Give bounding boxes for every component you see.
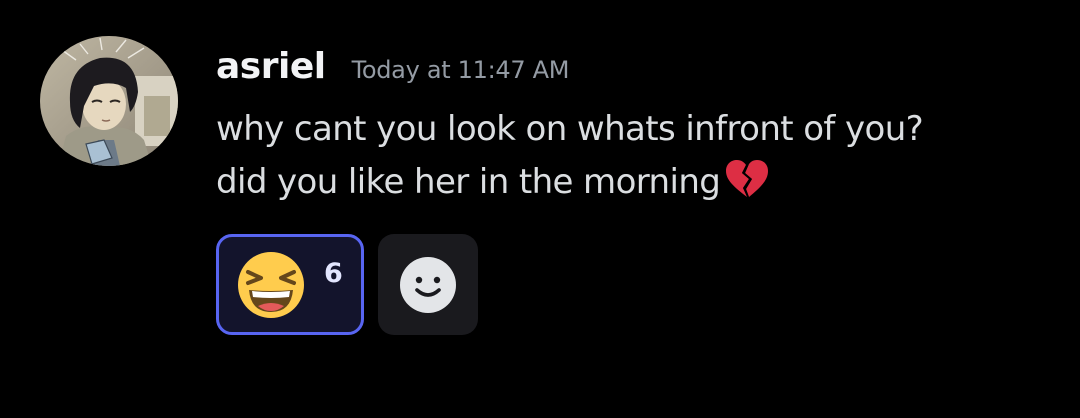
reactions-bar: 6 [216, 234, 478, 335]
message-header: asriel Today at 11:47 AM [216, 46, 569, 87]
message-line: why cant you look on whats infront of yo… [216, 109, 924, 149]
message-line-with-emoji: did you like her in the morning [216, 156, 923, 209]
reaction-count: 6 [324, 258, 343, 289]
laughing-face-icon [236, 250, 306, 320]
broken-heart-icon [724, 159, 770, 199]
add-reaction-smiley-icon [400, 256, 456, 313]
add-reaction-button[interactable] [378, 234, 478, 335]
message-content: why cant you look on whats infront of yo… [216, 103, 924, 209]
user-avatar[interactable] [40, 36, 178, 166]
avatar-image [40, 36, 178, 166]
message-line-text: did you like her in the morning [216, 162, 721, 202]
chat-message: asriel Today at 11:47 AM why cant you lo… [0, 0, 1080, 418]
reaction-button[interactable]: 6 [216, 234, 364, 335]
username[interactable]: asriel [216, 46, 326, 87]
message-timestamp: Today at 11:47 AM [351, 56, 570, 84]
